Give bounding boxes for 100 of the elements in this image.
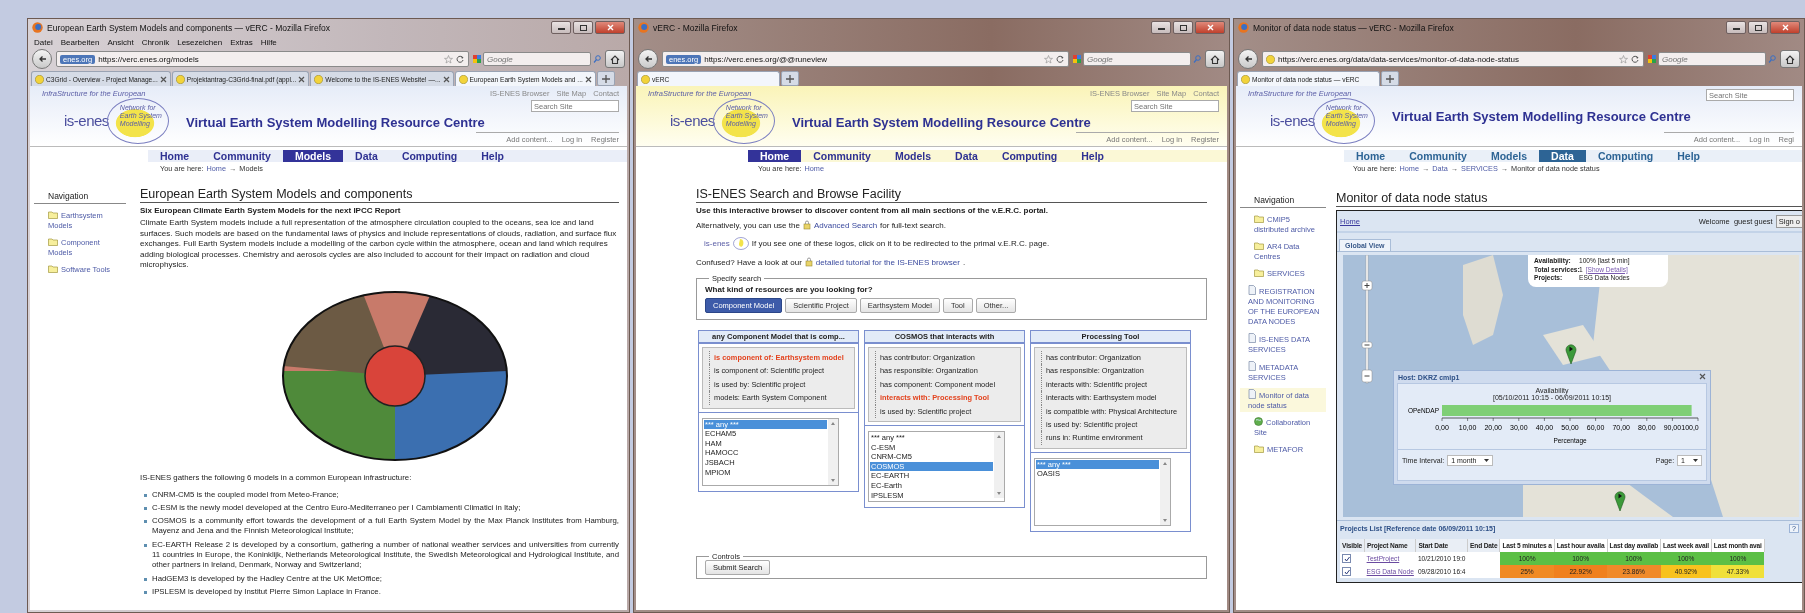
- maximize-icon: [1754, 24, 1762, 31]
- tutorial-link[interactable]: detailed tutorial for the IS-ENES browser: [815, 257, 960, 267]
- reload-icon: [1056, 55, 1065, 63]
- minimize-button[interactable]: [1726, 21, 1746, 34]
- page-heading: European Earth System Models and components: [140, 187, 619, 203]
- home-button[interactable]: [1205, 50, 1225, 68]
- search-field[interactable]: Google: [1658, 52, 1766, 66]
- nav-tab[interactable]: Data: [943, 150, 990, 162]
- google-icon: [1073, 55, 1081, 63]
- site-title: Virtual Earth System Modelling Resource Centre: [1391, 109, 1692, 124]
- nav-tab[interactable]: Community: [1397, 150, 1479, 162]
- page-subtitle: Six European Climate Earth System Models for the next IPCC Report: [140, 206, 402, 215]
- menu-item[interactable]: Lesezeichen: [177, 37, 223, 47]
- zoom-slider[interactable]: [1361, 255, 1373, 385]
- star-icon: [1044, 54, 1053, 64]
- zoom-slider-thumb[interactable]: [1361, 341, 1373, 349]
- bullet-icon: [144, 506, 147, 510]
- minimize-button[interactable]: [1151, 21, 1171, 34]
- folder-icon: [1254, 214, 1264, 223]
- plus-icon: [786, 74, 794, 83]
- page-lead: Use this interactive browser to discover content from all main sections of the v.E.R.C. portal.: [696, 206, 1049, 215]
- logo-globe-icon: [732, 237, 749, 250]
- document-icon: [1248, 389, 1256, 399]
- search-question: What kind of resources are you looking for?: [705, 285, 874, 294]
- home-button[interactable]: [605, 50, 625, 68]
- nav-tab[interactable]: Home: [748, 150, 802, 162]
- url-text: https://verc.enes.org/@@runeview: [704, 54, 828, 64]
- close-button[interactable]: [1195, 21, 1225, 34]
- folder-icon: [48, 264, 58, 273]
- map-pin-icon[interactable]: [1614, 490, 1626, 512]
- nav-tab[interactable]: Data: [1539, 150, 1586, 162]
- menu-item[interactable]: Chronik: [141, 37, 170, 47]
- visible-checkbox[interactable]: [1342, 567, 1351, 576]
- home-button[interactable]: [1780, 50, 1800, 68]
- lock-icon: [804, 257, 813, 267]
- menu-item[interactable]: Extras: [230, 37, 253, 47]
- nav-tab[interactable]: Data: [343, 150, 390, 162]
- menu-item[interactable]: Ansicht: [107, 37, 134, 47]
- scrollbar[interactable]: [1160, 458, 1170, 525]
- close-button[interactable]: [1770, 21, 1800, 34]
- favicon-icon: [1241, 74, 1250, 84]
- page-heading: Monitor of data node status: [1336, 191, 1802, 207]
- menu-item[interactable]: Hilfe: [260, 37, 277, 47]
- address-field[interactable]: https://verc.enes.org/data/data-services/monitor-of-data-node-status: [1262, 51, 1644, 67]
- visible-checkbox[interactable]: [1342, 554, 1351, 563]
- nav-tab[interactable]: Home: [1344, 150, 1398, 162]
- url-text: https://verc.enes.org/models: [98, 54, 199, 64]
- tab-close-icon: [442, 75, 450, 83]
- map-pin-icon[interactable]: [1565, 343, 1577, 365]
- back-button[interactable]: [638, 49, 658, 69]
- folder-icon: [1254, 241, 1264, 250]
- maximize-button[interactable]: [573, 21, 593, 34]
- minimize-icon: [1732, 25, 1740, 30]
- nav-tab[interactable]: Community: [201, 150, 283, 162]
- folder-icon: [1254, 444, 1264, 453]
- scrollbar[interactable]: [994, 432, 1004, 499]
- logo-hint-text: If you see one of these logos, click on it to be redirected to the primal v.E.R.C. page.: [751, 239, 1050, 248]
- reload-icon: [456, 55, 465, 63]
- window-title: vERC - Mozilla Firefox: [653, 22, 739, 33]
- home-icon: [610, 54, 620, 64]
- nav-tab[interactable]: Models: [1478, 150, 1540, 162]
- nav-tab[interactable]: Help: [1665, 150, 1713, 162]
- nav-tab[interactable]: Models: [882, 150, 944, 162]
- nav-tab[interactable]: Computing: [1585, 150, 1666, 162]
- home-icon: [1210, 54, 1220, 64]
- tab-close-icon: [159, 75, 167, 83]
- bullet-icon: [144, 590, 147, 594]
- menu-item[interactable]: Bearbeiten: [60, 37, 100, 47]
- search-field[interactable]: Google: [1083, 52, 1191, 66]
- nav-tab[interactable]: Computing: [389, 150, 470, 162]
- globe-icon: [1254, 417, 1263, 426]
- logo-link[interactable]: is-enes: [704, 239, 730, 248]
- new-tab-button[interactable]: [1381, 71, 1399, 86]
- nav-tab[interactable]: Home: [148, 150, 202, 162]
- popup-close-button[interactable]: [1699, 373, 1706, 381]
- favicon-icon: [1266, 54, 1275, 64]
- new-tab-button[interactable]: [781, 71, 799, 86]
- scrollbar[interactable]: [828, 418, 838, 485]
- tab-close-icon: [584, 75, 592, 83]
- nav-tab[interactable]: Community: [801, 150, 883, 162]
- nav-tab[interactable]: Help: [469, 150, 517, 162]
- back-button[interactable]: [32, 49, 52, 69]
- folder-icon: [1254, 268, 1264, 277]
- back-button[interactable]: [1238, 49, 1258, 69]
- tutorial-sentence: Confused? Have a look at our detailed tutorial for the IS-ENES browser .: [696, 257, 967, 267]
- nav-tab[interactable]: Computing: [989, 150, 1070, 162]
- document-icon: [1248, 361, 1256, 371]
- close-button[interactable]: [595, 21, 625, 34]
- folder-icon: [48, 210, 58, 219]
- sidebar-heading: Navigation: [1240, 195, 1326, 208]
- nav-tab[interactable]: Help: [1069, 150, 1117, 162]
- maximize-button[interactable]: [1748, 21, 1768, 34]
- search-field[interactable]: Google: [483, 52, 591, 66]
- maximize-button[interactable]: [1173, 21, 1193, 34]
- search-icon: [1193, 55, 1201, 63]
- minimize-button[interactable]: [551, 21, 571, 34]
- nav-tab[interactable]: Models: [282, 150, 344, 162]
- advanced-search-link[interactable]: Advanced Search: [813, 220, 878, 230]
- menu-item[interactable]: Datei: [34, 37, 53, 47]
- bullet-icon: [144, 520, 147, 524]
